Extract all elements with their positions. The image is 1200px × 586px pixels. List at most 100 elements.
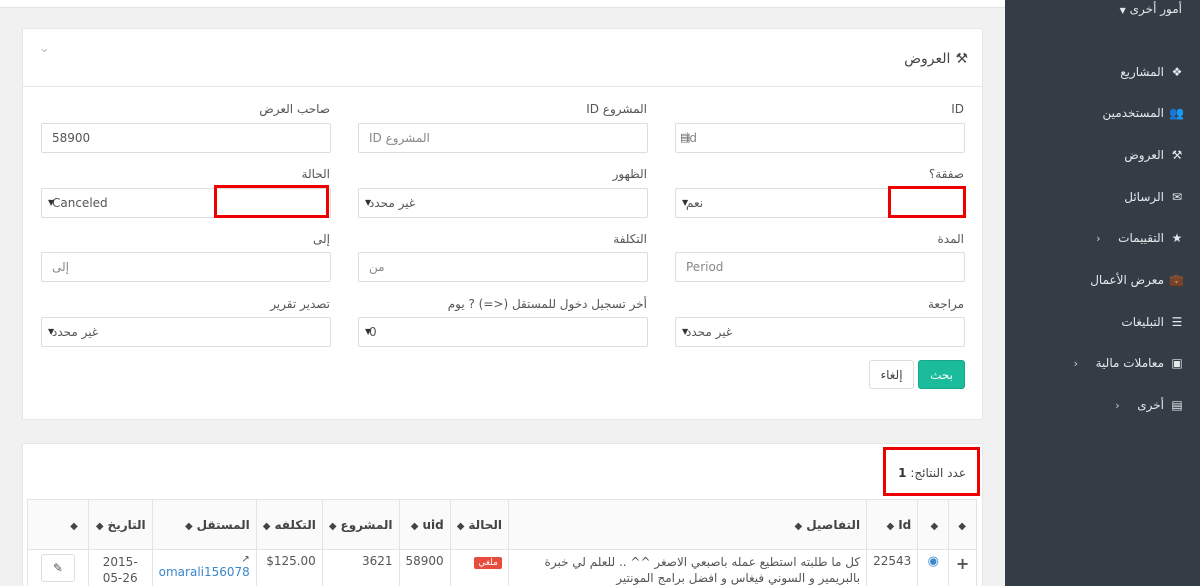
highlight-deal bbox=[888, 186, 966, 218]
caret-down-icon: ▼ bbox=[48, 327, 55, 336]
last-login-label: أخر تسجيل دخول للمستقل (<=) ? يوم bbox=[447, 297, 647, 311]
sort-icon: ◆ bbox=[958, 520, 966, 532]
chevron-down-icon: ▼ bbox=[1119, 6, 1126, 15]
sidebar-item-portfolio[interactable]: 💼 معرض الأعمال bbox=[1090, 270, 1184, 290]
cell-freelancer: ↗ omarali156078 bbox=[151, 549, 257, 586]
list-icon: ☰ bbox=[1171, 315, 1183, 329]
owner-label: صاحب العرض bbox=[259, 102, 330, 116]
cost-from-input[interactable]: من bbox=[358, 252, 648, 282]
expand-column-header[interactable]: ◆ bbox=[948, 499, 977, 550]
results-panel: عدد النتائج: 1 ◆ ◆ Id◆ التفاصيل◆ الحالة◆… bbox=[22, 443, 983, 586]
chevron-left-icon: ‹ bbox=[1096, 231, 1101, 245]
briefcase-icon: 💼 bbox=[1169, 273, 1184, 287]
caret-down-icon: ▼ bbox=[682, 198, 689, 207]
sidebar-top-item-other-matters[interactable]: ▼ أمور أخرى bbox=[1114, 2, 1182, 16]
gavel-icon: ⚒ bbox=[955, 51, 968, 67]
cell-date: 2015-05-26 bbox=[87, 549, 153, 586]
cost-to-input[interactable]: إلى bbox=[41, 252, 331, 282]
caret-down-icon: ▼ bbox=[48, 198, 55, 207]
gavel-icon: ⚒ bbox=[1171, 148, 1183, 162]
last-login-select[interactable]: ▼ 0 bbox=[358, 317, 648, 347]
duration-input[interactable]: Period bbox=[675, 252, 965, 282]
column-header-project[interactable]: المشروع◆ bbox=[321, 499, 400, 550]
column-header-uid[interactable]: uid◆ bbox=[398, 499, 451, 550]
sort-icon: ◆ bbox=[70, 520, 78, 532]
actions-column-header[interactable]: ◆ bbox=[27, 499, 89, 550]
cancel-button[interactable]: إلغاء bbox=[869, 360, 914, 389]
panel-header: ⌄ ⚒ العروض bbox=[23, 29, 982, 87]
users-icon: 👥 bbox=[1169, 106, 1184, 120]
sidebar-item-projects[interactable]: ❖ المشاريع bbox=[1120, 62, 1184, 82]
sort-icon: ◆ bbox=[328, 520, 337, 532]
column-header-freelancer[interactable]: المستقل◆ bbox=[151, 499, 257, 550]
column-header-date[interactable]: التاريخ◆ bbox=[87, 499, 153, 550]
id-card-icon: ▤ bbox=[680, 131, 691, 144]
id-label: ID bbox=[951, 102, 964, 116]
caret-down-icon: ▼ bbox=[365, 198, 372, 207]
sidebar-item-messages[interactable]: ✉ الرسائل bbox=[1124, 187, 1184, 207]
highlight-status bbox=[214, 185, 329, 218]
sort-icon: ◆ bbox=[886, 520, 895, 532]
chevron-down-icon[interactable]: ⌄ bbox=[39, 41, 50, 56]
highlight-results-count bbox=[883, 447, 980, 496]
sort-icon: ◆ bbox=[930, 520, 939, 532]
column-header-details[interactable]: التفاصيل◆ bbox=[507, 499, 868, 550]
eye-icon[interactable]: ◉ bbox=[928, 554, 939, 569]
owner-input[interactable]: 58900 bbox=[41, 123, 331, 153]
sort-icon: ◆ bbox=[262, 520, 271, 532]
project-id-input[interactable]: المشروع ID bbox=[358, 123, 648, 153]
cost-label: التكلفة bbox=[613, 232, 647, 246]
review-label: مراجعة bbox=[927, 297, 964, 311]
pencil-icon[interactable]: ✎ bbox=[40, 554, 75, 582]
visibility-label: الظهور bbox=[612, 167, 647, 181]
sort-icon: ◆ bbox=[95, 520, 104, 532]
sidebar-item-transactions[interactable]: ‹ ▣ معاملات مالية bbox=[1074, 353, 1184, 373]
freelancer-link[interactable]: omarali156078 bbox=[159, 565, 250, 579]
column-header-cost[interactable]: التكلفه◆ bbox=[255, 499, 323, 550]
building-icon: ▤ bbox=[1171, 398, 1183, 412]
external-link-icon[interactable]: ↗ bbox=[159, 554, 249, 565]
search-button[interactable]: بحث bbox=[918, 360, 965, 389]
results-table: ◆ ◆ Id◆ التفاصيل◆ الحالة◆ uid◆ المشروع◆ … bbox=[27, 499, 977, 586]
sidebar-item-users[interactable]: 👥 المستخدمين bbox=[1103, 103, 1184, 123]
sidebar-item-bids[interactable]: ⚒ العروض bbox=[1124, 145, 1184, 165]
column-header-status[interactable]: الحالة◆ bbox=[449, 499, 509, 550]
sidebar: ▼ أمور أخرى ❖ المشاريع 👥 المستخدمين ⚒ ال… bbox=[1005, 0, 1200, 586]
page-title: ⚒ العروض bbox=[904, 51, 968, 67]
id-input[interactable]: ▤ id bbox=[675, 123, 965, 153]
table-row: + ◉ 22543 كل ما طلبته استطيع عمله باصبعي… bbox=[27, 549, 977, 586]
export-select[interactable]: ▼ غير محدد bbox=[41, 317, 331, 347]
sort-icon: ◆ bbox=[794, 520, 803, 532]
filter-panel: ⌄ ⚒ العروض ID ▤ id المشروع ID المشروع ID… bbox=[22, 28, 983, 420]
sort-icon: ◆ bbox=[410, 520, 419, 532]
export-label: تصدير تقرير bbox=[270, 297, 330, 311]
review-select[interactable]: ▼ غير محدد bbox=[675, 317, 965, 347]
chevron-left-icon: ‹ bbox=[1073, 356, 1079, 370]
status-badge: ملغي bbox=[474, 557, 502, 569]
visibility-select[interactable]: ▼ غير محدد bbox=[358, 188, 648, 218]
column-header-id[interactable]: Id◆ bbox=[866, 499, 919, 550]
chevron-left-icon: ‹ bbox=[1115, 398, 1120, 412]
cell-id: 22543 bbox=[866, 549, 919, 586]
envelope-icon: ✉ bbox=[1171, 190, 1183, 204]
sort-icon: ◆ bbox=[184, 520, 193, 532]
sidebar-item-reports[interactable]: ☰ التبليغات bbox=[1121, 312, 1184, 332]
top-strip bbox=[0, 0, 1005, 8]
cell-uid: 58900 bbox=[398, 549, 451, 586]
to-label: إلى bbox=[313, 232, 330, 246]
money-icon: ▣ bbox=[1171, 356, 1183, 370]
project-id-label: المشروع ID bbox=[586, 102, 647, 116]
status-label: الحالة bbox=[301, 167, 330, 181]
caret-down-icon: ▼ bbox=[365, 327, 372, 336]
sidebar-item-ratings[interactable]: ‹ ★ التقييمات bbox=[1096, 228, 1184, 248]
cell-cost: $125.00 bbox=[255, 549, 323, 586]
caret-down-icon: ▼ bbox=[682, 327, 689, 336]
cell-project: 3621 bbox=[321, 549, 400, 586]
sort-icon: ◆ bbox=[456, 520, 465, 532]
cell-details: كل ما طلبته استطيع عمله باصبعي الاصغر ^^… bbox=[507, 549, 868, 586]
sidebar-item-other[interactable]: ‹ ▤ أخرى bbox=[1115, 395, 1184, 415]
view-column-header[interactable]: ◆ bbox=[917, 499, 950, 550]
cubes-icon: ❖ bbox=[1171, 65, 1183, 79]
plus-icon[interactable]: + bbox=[956, 554, 969, 573]
duration-label: المدة bbox=[937, 232, 964, 246]
